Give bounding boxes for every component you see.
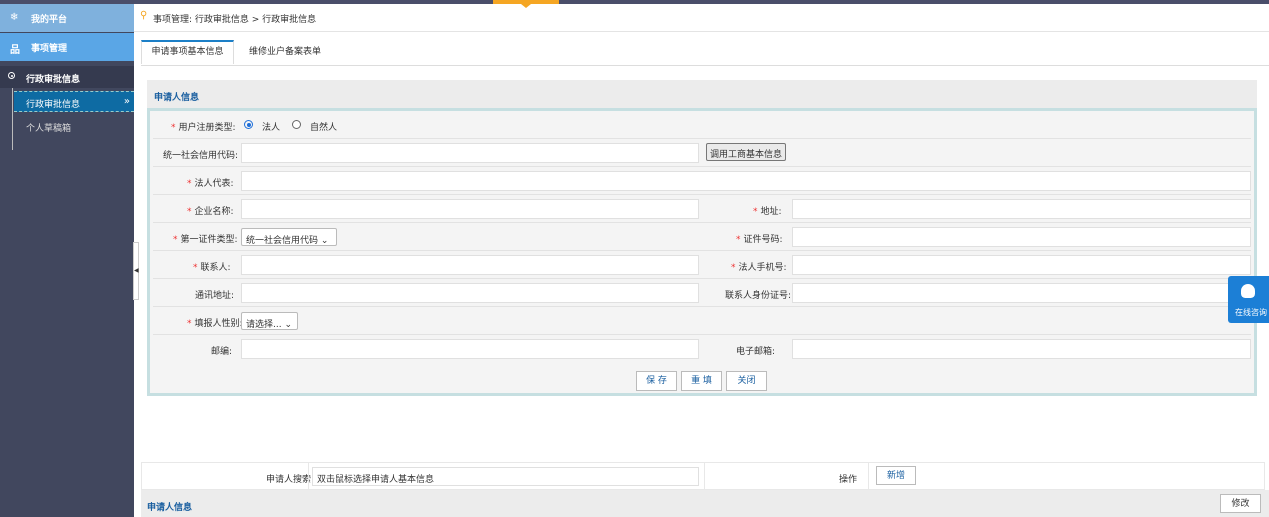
- location-pin-icon: ⚲: [140, 10, 148, 21]
- divider: [141, 65, 1269, 66]
- contact-id-input[interactable]: [792, 283, 1251, 303]
- divider: [868, 463, 869, 490]
- section-header: 申请人信息: [147, 80, 1257, 108]
- radio-label-legal-person: 法人: [262, 123, 281, 133]
- company-name-input[interactable]: [241, 199, 699, 219]
- applicant-search-input[interactable]: 双击鼠标选择申请人基本信息: [312, 467, 699, 486]
- contact-input[interactable]: [241, 255, 699, 275]
- credit-code-label: 统一社会信用代码:: [163, 151, 239, 161]
- sidebar-item-label: 个人草稿箱: [26, 124, 72, 134]
- divider: [134, 31, 1269, 32]
- form-row: 邮编: 电子邮箱:: [153, 335, 1251, 363]
- sidebar-item-my-platform[interactable]: ❄ 我的平台: [0, 4, 134, 32]
- breadcrumb-text: 事项管理: 行政审批信息 > 行政审批信息: [153, 15, 317, 25]
- form-row: * 企业名称: * 地址:: [153, 195, 1251, 223]
- email-label: 电子邮箱:: [736, 347, 776, 357]
- legal-phone-input[interactable]: [792, 255, 1251, 275]
- contact-id-label: 联系人身份证号:: [725, 291, 792, 301]
- applicant-form: * 用户注册类型: 法人 自然人 统一社会信用代码: 调用工商基本信息 * 法人代表…: [147, 108, 1257, 396]
- applicant-search-row: 申请人搜索 双击鼠标选择申请人基本信息 操作 新增: [141, 462, 1265, 490]
- form-row: 通讯地址: 联系人身份证号:: [153, 279, 1251, 307]
- edit-button[interactable]: 修改: [1220, 494, 1261, 513]
- close-button[interactable]: 关闭: [726, 371, 767, 391]
- mail-address-input[interactable]: [241, 283, 699, 303]
- radio-label-natural-person: 自然人: [310, 123, 338, 133]
- chat-bot-icon: [1241, 284, 1255, 298]
- top-bar: [0, 0, 1269, 8]
- legal-rep-label: * 法人代表:: [187, 179, 234, 189]
- first-id-type-value: 统一社会信用代码: [246, 236, 319, 246]
- save-button[interactable]: 保 存: [636, 371, 677, 391]
- chevron-down-icon: ⌄: [320, 236, 329, 246]
- filler-gender-select[interactable]: 请选择... ⌄: [241, 312, 298, 330]
- applicant-info-header: 申请人信息 修改: [141, 490, 1269, 517]
- top-bar-indicator: [493, 0, 559, 8]
- sidebar-item-label: 事项管理: [31, 44, 68, 54]
- online-consult-button[interactable]: 在线咨询: [1228, 276, 1269, 323]
- sidebar-section-label: 行政审批信息: [26, 75, 81, 85]
- section-title: 申请人信息: [154, 93, 200, 103]
- form-row: * 填报人性别: 请选择... ⌄: [153, 307, 1251, 335]
- id-number-input[interactable]: [792, 227, 1251, 247]
- email-input[interactable]: [792, 339, 1251, 359]
- applicant-search-label: 申请人搜索: [266, 475, 312, 485]
- online-consult-label: 在线咨询: [1235, 308, 1267, 317]
- double-chevron-right-icon: »: [123, 96, 130, 107]
- sidebar-item-admin-approval-info[interactable]: 行政审批信息 »: [14, 91, 134, 112]
- form-row: 统一社会信用代码: 调用工商基本信息: [153, 139, 1251, 167]
- id-number-label: * 证件号码:: [736, 235, 783, 245]
- fetch-business-info-button[interactable]: 调用工商基本信息: [706, 143, 787, 161]
- reset-button[interactable]: 重 填: [681, 371, 722, 391]
- first-id-type-select[interactable]: 统一社会信用代码 ⌄: [241, 228, 337, 246]
- filler-gender-label: * 填报人性别:: [187, 319, 243, 329]
- legal-rep-input[interactable]: [241, 171, 1251, 191]
- chevron-down-icon: ⌄: [284, 320, 293, 330]
- address-input[interactable]: [792, 199, 1251, 219]
- legal-phone-label: * 法人手机号:: [731, 263, 787, 273]
- first-id-type-label: * 第一证件类型:: [173, 235, 238, 245]
- sidebar-collapse-handle[interactable]: ◀: [133, 242, 139, 300]
- form-actions: 保 存 重 填 关闭: [636, 371, 776, 391]
- divider: [308, 463, 309, 490]
- form-row: * 第一证件类型: 统一社会信用代码 ⌄ * 证件号码:: [153, 223, 1251, 251]
- org-chart-icon: 品: [10, 45, 20, 56]
- sidebar-item-matter-management[interactable]: 品 事项管理: [0, 33, 134, 61]
- section-title: 申请人信息: [147, 503, 193, 513]
- radio-legal-person[interactable]: [244, 120, 253, 129]
- postcode-input[interactable]: [241, 339, 699, 359]
- snowflake-icon: ❄: [10, 12, 19, 23]
- add-button[interactable]: 新增: [876, 466, 916, 485]
- sidebar: ❄ 我的平台 品 事项管理 行政审批信息 行政审批信息 » 个人草稿箱: [0, 4, 134, 517]
- company-name-label: * 企业名称:: [187, 207, 234, 217]
- form-row: * 联系人: * 法人手机号:: [153, 251, 1251, 279]
- divider: [704, 463, 705, 490]
- tab-repair-registration-form[interactable]: 维修业户备案表单: [240, 40, 330, 64]
- tab-application-basic-info[interactable]: 申请事项基本信息: [141, 40, 234, 64]
- form-row: * 用户注册类型: 法人 自然人: [153, 111, 1251, 139]
- sidebar-item-label: 我的平台: [31, 15, 68, 25]
- mail-address-label: 通讯地址:: [195, 291, 235, 301]
- form-row: * 法人代表:: [153, 167, 1251, 195]
- radio-natural-person[interactable]: [292, 120, 301, 129]
- triangle-left-icon: ◀: [134, 267, 139, 274]
- address-label: * 地址:: [753, 207, 782, 217]
- sidebar-item-drafts[interactable]: 个人草稿箱: [14, 116, 134, 137]
- credit-code-input[interactable]: [241, 143, 699, 163]
- sidebar-section-admin-approval[interactable]: 行政审批信息: [0, 66, 134, 88]
- contact-label: * 联系人:: [193, 263, 231, 273]
- user-type-label: * 用户注册类型:: [171, 123, 236, 133]
- action-label: 操作: [839, 475, 858, 485]
- sidebar-item-label: 行政审批信息: [26, 100, 81, 110]
- tree-node-icon: [8, 72, 15, 79]
- filler-gender-value: 请选择...: [246, 320, 282, 330]
- postcode-label: 邮编:: [211, 347, 233, 357]
